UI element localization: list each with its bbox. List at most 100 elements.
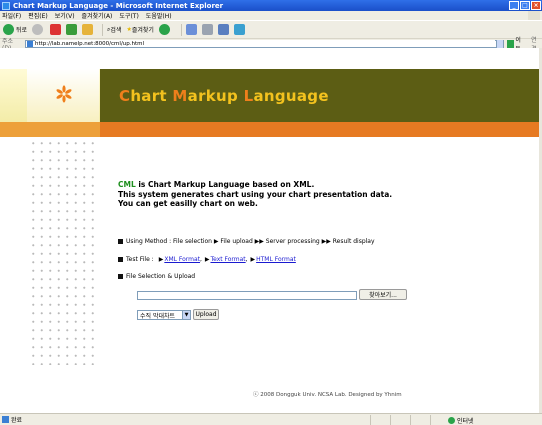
messenger-button[interactable] [233, 24, 245, 35]
messenger-icon [233, 24, 245, 35]
bullet-icon [118, 257, 123, 262]
toolbar: 뒤로 ⌕ 검색 ★ 즐겨찾기 [0, 20, 542, 38]
bullet-icon [118, 239, 123, 244]
file-path-input[interactable] [137, 291, 357, 300]
comma-separator: , [245, 256, 250, 263]
ie-icon [2, 1, 10, 10]
xml-format-link[interactable]: XML Format [164, 256, 200, 263]
menu-file[interactable]: 파일(F) [2, 11, 21, 20]
bullet-icon [118, 274, 123, 279]
intro-line-1: CML is Chart Markup Language based on XM… [118, 180, 392, 190]
go-arrow-icon [506, 39, 515, 48]
back-arrow-icon [3, 24, 14, 35]
windows-logo-icon [528, 11, 540, 20]
address-input[interactable] [34, 40, 495, 47]
address-dropdown-icon[interactable] [495, 39, 503, 48]
address-box [24, 39, 504, 48]
page-header: Chart Markup Language [0, 69, 539, 122]
triangle-icon: ▶ [158, 256, 164, 263]
status-divider [430, 415, 431, 425]
chart-type-select[interactable]: 수직 막대차트 ▼ [137, 310, 191, 320]
refresh-button[interactable] [66, 24, 78, 35]
text-format-link[interactable]: Text Format [210, 256, 245, 263]
stop-icon [50, 24, 62, 35]
using-method-row: Using Method : File selection ▶ File upl… [118, 238, 375, 245]
intro-line-2: This system generates chart using your c… [118, 189, 393, 199]
zone-label: 인터넷 [457, 418, 474, 425]
toolbar-separator [102, 23, 104, 36]
window-controls: _ □ × [509, 1, 541, 10]
maximize-button[interactable]: □ [520, 1, 530, 10]
menu-view[interactable]: 보기(V) [55, 11, 75, 20]
globe-icon [448, 417, 455, 424]
menu-help[interactable]: 도움말(H) [146, 11, 172, 20]
dotted-sidebar [27, 137, 99, 365]
home-icon [82, 24, 94, 35]
test-file-label: Test File : [126, 256, 154, 263]
window-title: Chart Markup Language - Microsoft Intern… [13, 1, 224, 10]
title-letter-c: C [119, 86, 131, 105]
history-button[interactable] [158, 24, 172, 35]
using-method-text: Using Method : File selection ▶ File upl… [126, 238, 375, 245]
home-button[interactable] [82, 24, 94, 35]
title-letter-l: L [243, 86, 254, 105]
edit-icon [217, 24, 229, 35]
triangle-icon: ▶ [250, 256, 256, 263]
test-file-row: Test File : ▶ XML Format, ▶ Text Format,… [118, 256, 296, 263]
title-word-anguage: anguage [253, 86, 329, 105]
edit-button[interactable] [217, 24, 229, 35]
toolbar-separator [180, 23, 182, 36]
intro-line-1-rest: is Chart Markup Language based on XML. [135, 180, 315, 189]
status-bar: 완료 인터넷 [0, 413, 542, 425]
minimize-button[interactable]: _ [509, 1, 519, 10]
file-section-label: File Selection & Upload [126, 273, 196, 280]
history-icon [158, 24, 170, 35]
back-button[interactable]: 뒤로 [3, 24, 27, 35]
comma-separator: , [200, 256, 204, 263]
address-bar: 주소(D) 이동 연결 [0, 37, 542, 53]
mail-button[interactable] [185, 24, 197, 35]
status-divider [390, 415, 391, 425]
chart-type-value: 수직 막대차트 [140, 312, 176, 320]
title-letter-m: M [172, 86, 188, 105]
cml-acronym: CML [118, 180, 136, 189]
status-text: 완료 [11, 417, 23, 424]
upload-button[interactable]: Upload [193, 309, 219, 320]
left-margin [0, 137, 27, 365]
title-banner: Chart Markup Language [100, 69, 539, 122]
footer-copyright: ⓒ 2008 Dongguk Univ. NCSA Lab. Designed … [253, 392, 402, 398]
menu-tools[interactable]: 도구(T) [119, 11, 138, 20]
chevron-down-icon[interactable]: ▼ [182, 311, 190, 319]
browse-button[interactable]: 찾아보기... [359, 289, 407, 300]
back-label: 뒤로 [16, 27, 28, 34]
orange-divider [0, 122, 539, 137]
file-section-row: File Selection & Upload [118, 273, 195, 280]
page-icon [26, 40, 33, 47]
favorites-label: 즐겨찾기 [131, 27, 154, 34]
window-titlebar: Chart Markup Language - Microsoft Intern… [0, 0, 542, 11]
menu-favorites[interactable]: 즐겨찾기(A) [82, 11, 113, 20]
title-word-arkup: arkup [187, 86, 244, 105]
intro-line-3: You can get easilly chart on web. [118, 199, 258, 208]
intro-text: CML is Chart Markup Language based on XM… [118, 180, 392, 209]
print-button[interactable] [201, 24, 213, 35]
page-done-icon [2, 416, 9, 423]
security-zone: 인터넷 [448, 416, 474, 425]
refresh-icon [66, 24, 78, 35]
stop-button[interactable] [50, 24, 62, 35]
logo-area [27, 69, 99, 122]
close-button[interactable]: × [531, 1, 541, 10]
search-label: 검색 [110, 27, 122, 34]
html-format-link[interactable]: HTML Format [256, 256, 296, 263]
mail-icon [185, 24, 197, 35]
status-divider [370, 415, 371, 425]
menu-bar: 파일(F) 편집(E) 보기(V) 즐겨찾기(A) 도구(T) 도움말(H) [0, 11, 542, 20]
cml-logo-icon [56, 85, 72, 103]
forward-button[interactable] [32, 24, 45, 35]
title-word-hart: hart [130, 86, 173, 105]
favorites-button[interactable]: ★ 즐겨찾기 [126, 25, 153, 34]
menu-edit[interactable]: 편집(E) [28, 11, 48, 20]
page-title: Chart Markup Language [119, 87, 329, 105]
search-button[interactable]: ⌕ 검색 [107, 25, 122, 35]
triangle-icon: ▶ [204, 256, 210, 263]
